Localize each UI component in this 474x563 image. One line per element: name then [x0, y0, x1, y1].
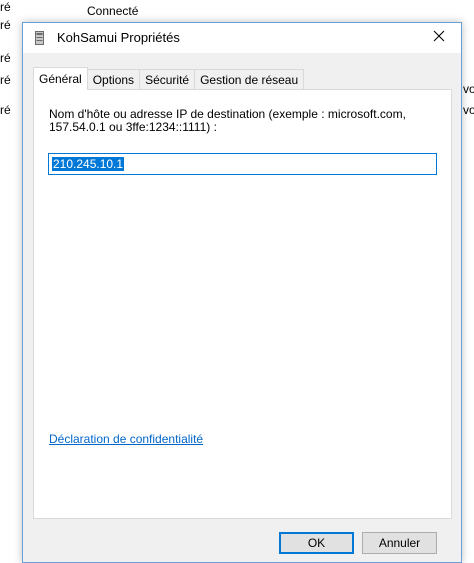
background-text-fragment: ré: [0, 18, 11, 32]
tab-bar: Général Options Sécurité Gestion de rése…: [33, 67, 305, 90]
host-address-value: 210.245.10.1: [52, 157, 125, 171]
host-address-input[interactable]: 210.245.10.1: [48, 153, 437, 175]
tab-general[interactable]: Général: [33, 67, 88, 90]
privacy-statement-link[interactable]: Déclaration de confidentialité: [49, 432, 203, 446]
ok-button[interactable]: OK: [279, 532, 354, 554]
background-status-text: Connecté: [87, 4, 139, 18]
tab-security[interactable]: Sécurité: [139, 69, 196, 89]
close-button[interactable]: [417, 23, 461, 53]
title-bar[interactable]: KohSamui Propriétés: [23, 23, 461, 53]
background-text-fragment: ré: [0, 103, 11, 117]
desktop: ré ré ré ré ré Connecté vo vo KohSamui P…: [0, 0, 474, 563]
background-text-fragment: vo: [463, 103, 474, 117]
background-text-fragment: ré: [0, 0, 11, 14]
background-text-fragment: vo: [463, 82, 474, 96]
properties-dialog: KohSamui Propriétés Général Options Sécu…: [22, 22, 462, 563]
dialog-title: KohSamui Propriétés: [57, 30, 180, 45]
close-icon: [433, 29, 445, 47]
phonebook-icon: [35, 31, 44, 45]
background-text-fragment: ré: [0, 51, 11, 65]
cancel-button[interactable]: Annuler: [362, 532, 437, 554]
tab-options[interactable]: Options: [86, 69, 141, 89]
general-tab-panel: Nom d'hôte ou adresse IP de destination …: [33, 89, 452, 519]
host-description-label: Nom d'hôte ou adresse IP de destination …: [49, 107, 406, 134]
tab-network[interactable]: Gestion de réseau: [194, 69, 305, 89]
background-text-fragment: ré: [0, 73, 11, 87]
